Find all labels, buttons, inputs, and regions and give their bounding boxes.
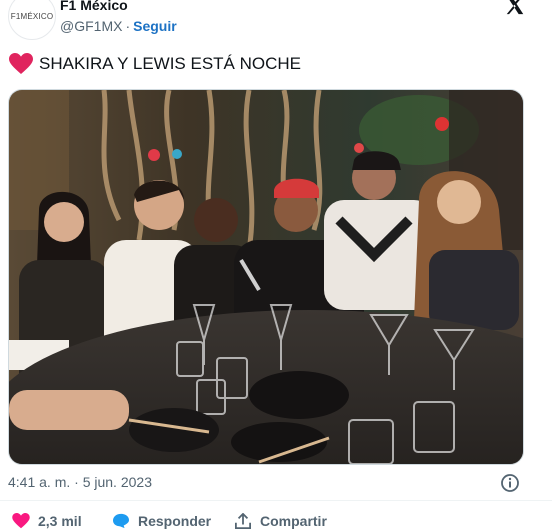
author-meta: @GF1MX · Seguir [60, 18, 177, 34]
author-name[interactable]: F1 México [60, 0, 128, 13]
separator: · [125, 18, 131, 34]
tweet-timestamp[interactable]: 4:41 a. m. · 5 jun. 2023 [8, 474, 152, 490]
avatar-logo-text: F1MÉXICO [10, 11, 54, 21]
avatar[interactable]: F1MÉXICO [8, 0, 56, 40]
follow-button[interactable]: Seguir [133, 18, 177, 34]
photo-scene [9, 90, 523, 464]
info-icon[interactable] [500, 473, 520, 493]
tweet-photo[interactable] [8, 89, 524, 465]
divider [0, 500, 552, 501]
author-handle[interactable]: @GF1MX [60, 18, 122, 34]
tweet-text-row: SHAKIRA Y LEWIS ESTÁ NOCHE [9, 53, 301, 75]
red-heart-icon [9, 53, 33, 74]
tweet-text: SHAKIRA Y LEWIS ESTÁ NOCHE [39, 54, 302, 73]
x-logo-icon[interactable] [504, 0, 526, 20]
